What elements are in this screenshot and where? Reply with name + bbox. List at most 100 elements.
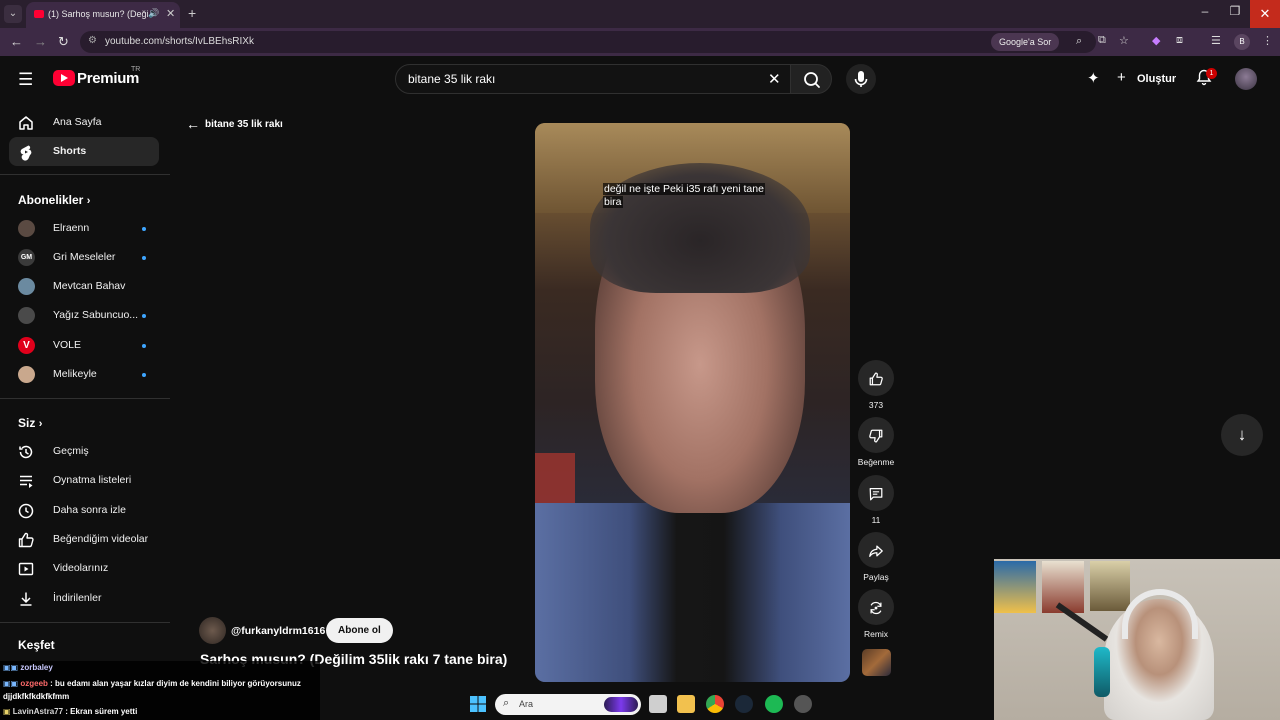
reload-icon[interactable]: ↻	[58, 34, 69, 50]
windows-start-icon[interactable]	[469, 695, 487, 713]
channel-avatar: GM	[18, 249, 35, 266]
dislike-action[interactable]: Beğenme	[858, 417, 894, 467]
subscribe-button[interactable]: Abone ol	[326, 618, 393, 643]
sidebar-divider	[0, 398, 170, 399]
channel-avatar	[18, 278, 35, 295]
logo-region: TR	[131, 66, 141, 73]
badge-icon: ▣	[3, 707, 11, 716]
sidebar-item-label: Oynatma listeleri	[53, 474, 132, 486]
taskbar-search-placeholder: Ara	[519, 699, 534, 709]
download-icon	[17, 590, 35, 608]
search-button[interactable]	[790, 64, 832, 94]
share-icon[interactable]	[858, 532, 894, 568]
address-bar[interactable]: ⚙ youtube.com/shorts/IvLBEhsRIXk Google'…	[80, 31, 1096, 53]
clear-search-icon[interactable]: ✕	[768, 70, 781, 88]
chat-line: ▣▣ zorbaley	[3, 663, 53, 672]
like-count: 373	[868, 400, 884, 410]
new-content-dot	[142, 256, 146, 260]
youtube-play-icon	[53, 70, 75, 86]
file-explorer-icon[interactable]	[677, 695, 695, 713]
sidebar-item-label: Shorts	[53, 145, 87, 157]
video-subject-jacket	[535, 503, 850, 682]
create-plus-icon[interactable]: +	[1117, 69, 1126, 86]
window-close-button[interactable]: ✕	[1250, 0, 1280, 28]
tab-search-button[interactable]: ⌄	[4, 5, 22, 23]
thumbs-down-icon[interactable]	[858, 417, 894, 453]
browser-menu-icon[interactable]: ⋮	[1262, 34, 1273, 47]
remix-action[interactable]: Remix	[858, 589, 894, 639]
bookmark-star-icon[interactable]: ☆	[1119, 34, 1129, 47]
reading-list-icon[interactable]: ☰	[1211, 34, 1221, 47]
sidebar-item-label: Beğendiğim videolar	[53, 533, 149, 545]
comments-action[interactable]: 11	[858, 475, 894, 525]
sidebar-item-melikeyle[interactable]: Melikeyle	[9, 360, 159, 389]
sidebar-item-your-videos[interactable]: Videolarınız	[9, 554, 159, 583]
sidebar-item-shorts[interactable]: Shorts	[9, 137, 159, 166]
app-icon[interactable]	[794, 695, 812, 713]
browser-tab[interactable]: (1) Sarhoş musun? (Değilim 🔊 ✕	[26, 2, 180, 28]
chat-username: zorbaley	[20, 663, 53, 672]
task-view-icon[interactable]	[649, 695, 667, 713]
sidebar-item-yagiz-sabuncuoglu[interactable]: Yağız Sabuncuo...	[9, 301, 159, 330]
remix-icon[interactable]	[858, 589, 894, 625]
sidebar-item-gri-meseleler[interactable]: GM Gri Meseleler	[9, 243, 159, 272]
short-video-player[interactable]: değil ne işte Peki i35 rafı yeni tane bir…	[535, 123, 850, 682]
chrome-icon[interactable]	[706, 695, 724, 713]
sidebar-item-downloads[interactable]: İndirilenler	[9, 584, 159, 613]
sound-thumbnail[interactable]	[862, 649, 891, 676]
browser-profile-avatar[interactable]: B	[1234, 34, 1250, 50]
search-input[interactable]: bitane 35 lik rakı ✕	[395, 64, 791, 94]
forward-arrow-icon[interactable]: →	[34, 34, 47, 49]
sidebar-item-watch-later[interactable]: Daha sonra izle	[9, 496, 159, 525]
subscriptions-title[interactable]: Abonelikler ›	[18, 193, 90, 207]
thumbs-up-icon	[17, 531, 35, 549]
comment-icon[interactable]	[858, 475, 894, 511]
channel-avatar	[18, 307, 35, 324]
back-arrow-icon[interactable]: ←	[186, 116, 200, 132]
restore-button[interactable]: ❐	[1220, 4, 1250, 18]
explore-title: Keşfet	[18, 638, 55, 652]
create-button[interactable]: Oluştur	[1137, 73, 1176, 85]
install-app-icon[interactable]: ⧉	[1098, 34, 1106, 47]
account-avatar[interactable]	[1235, 68, 1257, 90]
hamburger-menu-icon[interactable]: ☰	[18, 70, 33, 90]
channel-avatar: V	[18, 337, 35, 354]
new-content-dot	[142, 344, 146, 348]
share-action[interactable]: Paylaş	[858, 532, 894, 582]
like-action[interactable]: 373	[858, 360, 894, 410]
sidebar-item-elraenn[interactable]: Elraenn	[9, 214, 159, 243]
premium-lens-icon[interactable]: ✦	[1087, 69, 1100, 87]
site-info-icon[interactable]: ⚙	[88, 35, 97, 46]
sidebar-item-vole[interactable]: V VOLE	[9, 331, 159, 360]
shorts-icon	[17, 143, 35, 161]
thumbs-up-icon[interactable]	[858, 360, 894, 396]
tab-close-icon[interactable]: ✕	[166, 7, 175, 20]
sidebar-item-history[interactable]: Geçmiş	[9, 437, 159, 466]
steam-icon[interactable]	[735, 695, 753, 713]
sidebar-item-liked-videos[interactable]: Beğendiğim videolar	[9, 525, 159, 554]
search-icon	[804, 72, 820, 88]
channel-handle[interactable]: @furkanyldrm1616	[231, 625, 325, 637]
taskbar-search[interactable]: ⌕ Ara	[495, 694, 641, 715]
sidebar-item-playlists[interactable]: Oynatma listeleri	[9, 466, 159, 495]
ask-google-button[interactable]: Google'a Sor	[991, 33, 1060, 51]
wall-poster	[994, 561, 1036, 613]
minimize-button[interactable]: –	[1190, 4, 1220, 18]
new-tab-button[interactable]: +	[188, 5, 196, 21]
zoom-icon[interactable]: ⌕	[1076, 35, 1082, 48]
spotify-icon[interactable]	[765, 695, 783, 713]
extension-icon[interactable]: ◆	[1152, 34, 1160, 47]
sidebar-item-mevtcan-bahav[interactable]: Mevtcan Bahav	[9, 272, 159, 301]
new-content-dot	[142, 227, 146, 231]
next-short-button[interactable]: ↓	[1221, 414, 1263, 456]
sidebar-item-home[interactable]: Ana Sayfa	[9, 108, 159, 137]
logo-text: Premium	[77, 70, 140, 87]
back-label[interactable]: bitane 35 lik rakı	[205, 119, 283, 130]
you-title[interactable]: Siz ›	[18, 416, 42, 430]
extensions-puzzle-icon[interactable]: ⧈	[1176, 34, 1183, 47]
search-icon: ⌕	[503, 697, 510, 709]
back-arrow-icon[interactable]: ←	[10, 34, 23, 49]
channel-avatar[interactable]	[199, 617, 226, 644]
audio-playing-icon[interactable]: 🔊	[148, 8, 159, 19]
voice-search-button[interactable]	[846, 64, 876, 94]
